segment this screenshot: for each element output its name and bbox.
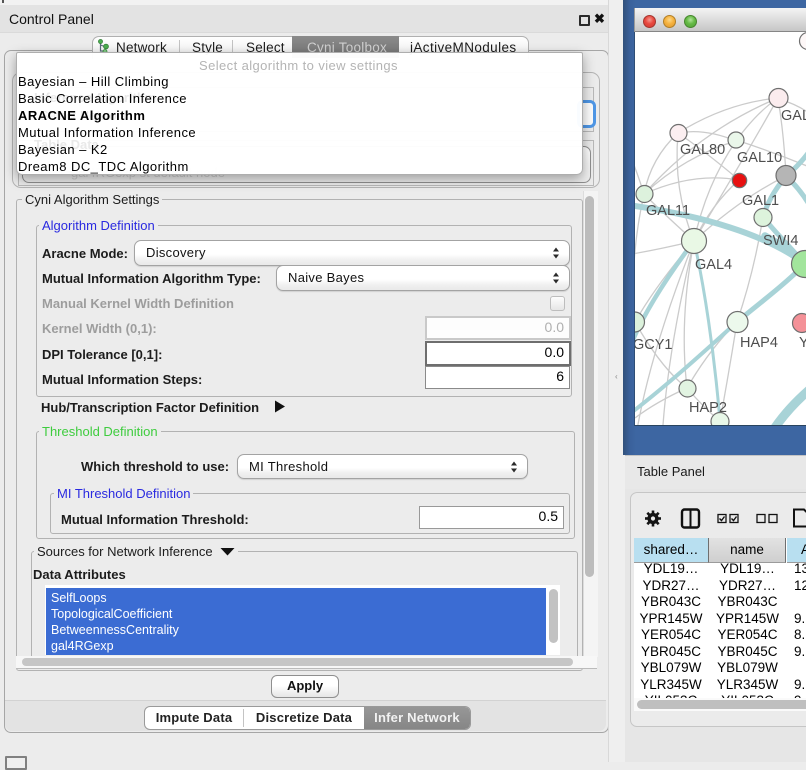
svg-text:GAL2: GAL2 <box>781 108 806 124</box>
svg-text:Y: Y <box>799 335 806 351</box>
svg-text:GAL4: GAL4 <box>695 257 732 273</box>
svg-text:GAL11: GAL11 <box>646 203 690 219</box>
svg-text:HAP4: HAP4 <box>740 335 778 351</box>
svg-text:GAL10: GAL10 <box>737 150 782 166</box>
svg-text:GCY1: GCY1 <box>635 337 673 353</box>
svg-text:SWI4: SWI4 <box>763 233 798 249</box>
svg-text:HAP2: HAP2 <box>689 400 727 416</box>
svg-text:GAL80: GAL80 <box>680 142 725 158</box>
svg-text:GAL1: GAL1 <box>742 193 779 209</box>
